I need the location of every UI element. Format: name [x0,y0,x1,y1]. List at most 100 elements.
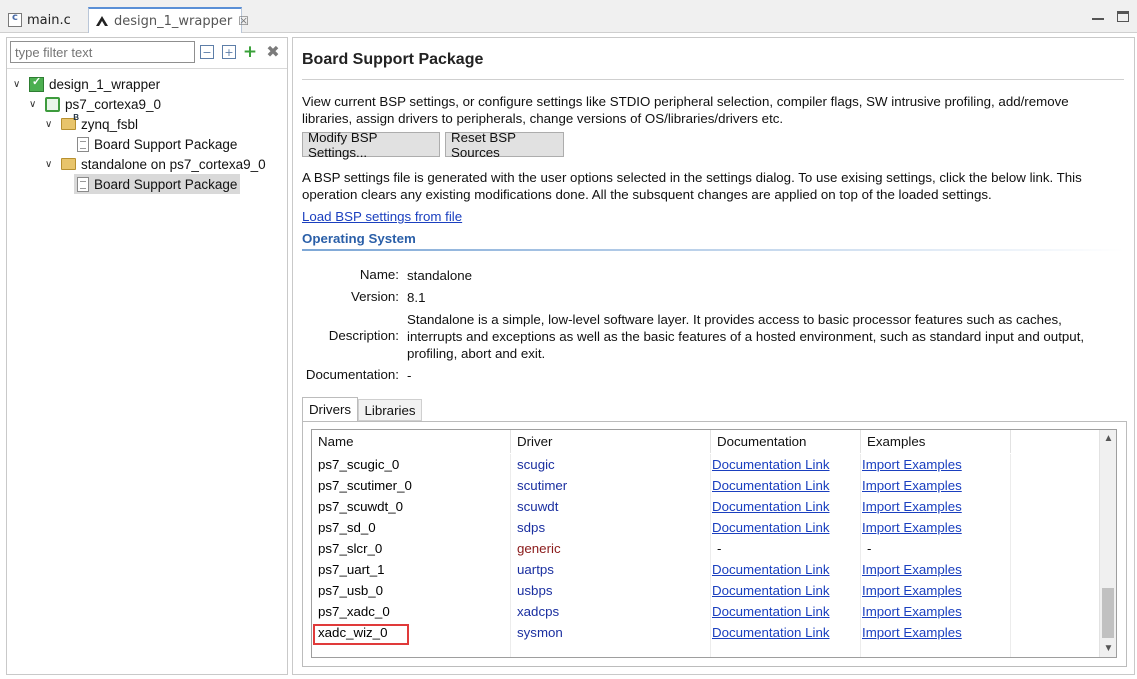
table-row[interactable]: ps7_scuwdt_0 scuwdt Documentation Link I… [312,496,1100,517]
remove-icon[interactable]: ✖ [266,44,280,60]
import-examples-link[interactable]: Import Examples [861,454,1011,475]
bsp-folder-icon [61,113,79,130]
driver-row-driver[interactable]: generic [511,538,711,559]
maximize-icon[interactable] [1117,11,1129,22]
tab-design-1-wrapper[interactable]: design_1_wrapper ☒ [88,7,249,33]
drivers-table: Name Driver Documentation Examples ps7_s… [311,429,1117,658]
table-header: Name Driver Documentation Examples [312,430,1100,453]
scroll-down-icon[interactable]: ▼ [1100,640,1116,657]
scroll-up-icon[interactable]: ▲ [1100,430,1116,447]
driver-row-driver[interactable]: sdps [511,517,711,538]
empty-cell [511,643,711,657]
os-version-value: 8.1 [407,290,426,305]
driver-row-driver[interactable]: scuwdt [511,496,711,517]
add-icon[interactable]: + [243,43,257,60]
tree-item-label: zynq_fsbl [81,116,139,132]
driver-row-driver[interactable]: uartps [511,559,711,580]
column-header-filler [1011,430,1100,453]
documentation-link[interactable]: Documentation Link [711,622,861,643]
documentation-link[interactable]: Documentation Link [711,475,861,496]
column-header-documentation[interactable]: Documentation [711,430,861,453]
documentation-link[interactable]: Documentation Link [711,601,861,622]
driver-row-name: ps7_usb_0 [312,580,511,601]
scrollbar-thumb[interactable] [1102,588,1114,638]
filter-input[interactable] [10,41,195,63]
driver-row-name: ps7_scugic_0 [312,454,511,475]
os-name-value: standalone [407,268,473,283]
tree-item-design-1-wrapper[interactable]: ∨ design_1_wrapper [13,74,160,94]
driver-row-name: ps7_sd_0 [312,517,511,538]
driver-row-driver[interactable]: usbps [511,580,711,601]
table-row[interactable]: ps7_xadc_0 xadcps Documentation Link Imp… [312,601,1100,622]
close-tab-icon[interactable]: ☒ [238,14,249,28]
collapse-all-icon[interactable]: − [200,45,214,59]
driver-row-driver[interactable]: scutimer [511,475,711,496]
document-icon [77,136,89,152]
column-header-examples[interactable]: Examples [861,430,1011,453]
tree-item-zynq-fsbl[interactable]: ∨ zynq_fsbl [45,113,139,134]
modify-bsp-settings-button[interactable]: Modify BSP Settings... [302,130,440,160]
os-description-label: Description: [328,328,399,343]
driver-row-name: ps7_scuwdt_0 [312,496,511,517]
os-description-value: Standalone is a simple, low-level softwa… [407,312,1085,361]
documentation-link[interactable]: Documentation Link [711,580,861,601]
folder-icon [61,158,76,170]
column-header-driver[interactable]: Driver [511,430,711,453]
section-divider [302,249,1124,251]
chevron-down-icon[interactable]: ∨ [45,119,57,130]
table-row[interactable]: ps7_sd_0 sdps Documentation Link Import … [312,517,1100,538]
tab-drivers[interactable]: Drivers [302,397,358,421]
minimize-icon[interactable] [1092,16,1104,20]
tree-item-label: design_1_wrapper [49,76,161,92]
tab-label: main.c [27,12,71,28]
expand-all-icon[interactable]: + [222,45,236,59]
driver-row-driver[interactable]: sysmon [511,622,711,643]
os-name-label: Name: [359,267,399,282]
title-divider [302,79,1124,80]
table-row[interactable]: ps7_uart_1 uartps Documentation Link Imp… [312,559,1100,580]
tree-item-label: ps7_cortexa9_0 [65,96,162,112]
import-examples-link[interactable]: Import Examples [861,517,1011,538]
intro-text: View current BSP settings, or configure … [302,94,1069,126]
import-examples-link[interactable]: Import Examples [861,622,1011,643]
column-header-name[interactable]: Name [312,430,511,453]
xilinx-logo-icon [95,14,109,28]
documentation-link[interactable]: Documentation Link [711,454,861,475]
vertical-scrollbar[interactable]: ▲ ▼ [1099,430,1116,657]
chevron-down-icon[interactable]: ∨ [45,159,57,170]
table-row[interactable]: ps7_scugic_0 scugic Documentation Link I… [312,454,1100,475]
editor-tab-bar: main.c design_1_wrapper ☒ [0,0,1137,33]
chevron-down-icon[interactable]: ∨ [13,79,25,90]
tree-item-ps7-cortexa9-0[interactable]: ∨ ps7_cortexa9_0 [29,94,161,114]
platform-project-icon [29,75,44,92]
tab-main-c[interactable]: main.c [2,7,84,33]
driver-row-driver[interactable]: xadcps [511,601,711,622]
table-row[interactable]: ps7_slcr_0 generic - - [312,538,1100,559]
documentation-link[interactable]: Documentation Link [711,496,861,517]
chevron-down-icon[interactable]: ∨ [29,99,41,110]
reset-bsp-sources-button[interactable]: Reset BSP Sources [445,130,564,160]
table-row-highlighted[interactable]: xadc_wiz_0 sysmon Documentation Link Imp… [312,622,1100,643]
settings-note: A BSP settings file is generated with th… [302,170,1082,202]
tree-item-board-support-package-selected[interactable]: Board Support Package [74,174,240,194]
import-examples-link[interactable]: Import Examples [861,601,1011,622]
table-row[interactable]: ps7_usb_0 usbps Documentation Link Impor… [312,580,1100,601]
import-examples-link[interactable]: Import Examples [861,580,1011,601]
driver-row-name: ps7_slcr_0 [312,538,511,559]
import-examples-link[interactable]: Import Examples [861,559,1011,580]
table-row[interactable]: ps7_scutimer_0 scutimer Documentation Li… [312,475,1100,496]
documentation-link[interactable]: Documentation Link [711,559,861,580]
driver-row-name: ps7_xadc_0 [312,601,511,622]
c-file-icon [8,12,22,27]
driver-row-driver[interactable]: scugic [511,454,711,475]
import-examples-link[interactable]: Import Examples [861,475,1011,496]
import-examples-link[interactable]: Import Examples [861,496,1011,517]
load-bsp-settings-link[interactable]: Load BSP settings from file [302,209,462,224]
tree-item-board-support-package[interactable]: Board Support Package [77,134,237,154]
annotation-highlight-box [313,624,409,645]
tree-item-standalone[interactable]: ∨ standalone on ps7_cortexa9_0 [45,154,266,174]
bsp-editor: Board Support Package View current BSP s… [292,37,1135,675]
documentation-link[interactable]: Documentation Link [711,517,861,538]
tab-libraries[interactable]: Libraries [358,399,422,421]
document-icon [77,176,89,192]
